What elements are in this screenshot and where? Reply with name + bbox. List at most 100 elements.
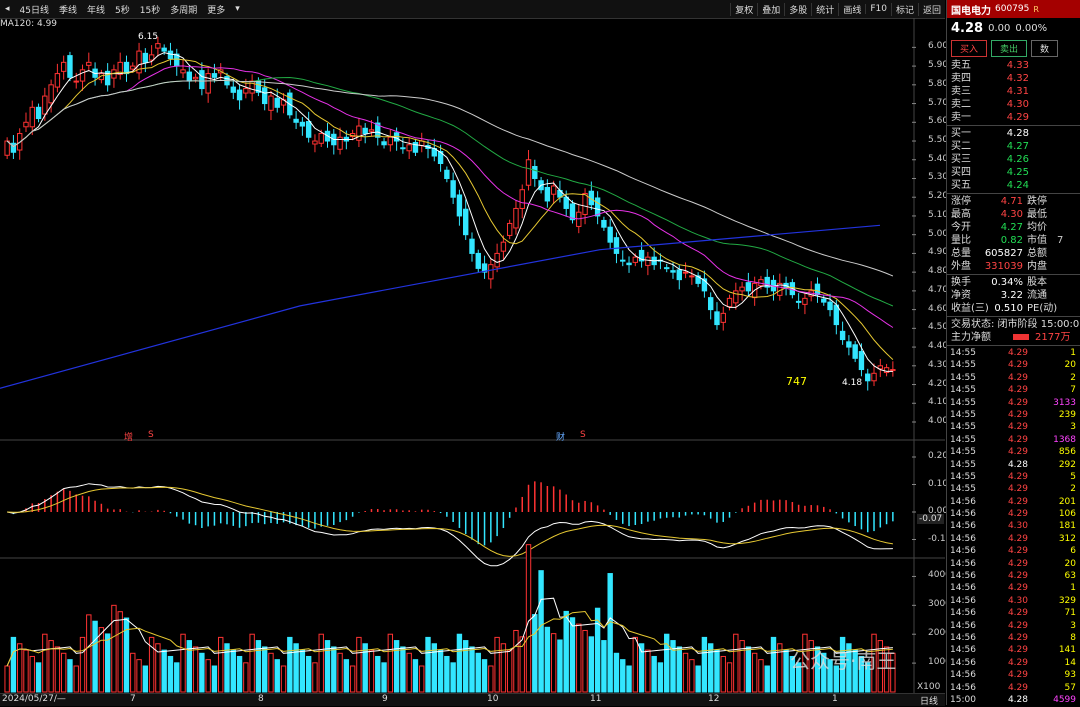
tick-volume: 1 [1070, 348, 1076, 358]
order-label: 买五 [951, 180, 971, 191]
tick-list[interactable]: 14:55 4.29 1 14:55 4.29 20 14:55 4.29 2 14:55 4.29… [947, 347, 1080, 705]
tick-volume: 329 [1058, 595, 1076, 606]
sell-order-row[interactable]: 卖四 4.32 [947, 72, 1080, 85]
volume-bar [425, 636, 431, 693]
buy-order-row[interactable]: 买四 4.25 [947, 166, 1080, 179]
stat-row: 最高 4.30 最低 [947, 208, 1080, 221]
candle-body [645, 256, 651, 266]
stat-value: 4.27 [1000, 222, 1023, 233]
tick-row[interactable]: 14:56 4.29 106 [947, 508, 1080, 520]
tick-row[interactable]: 15:00 4.28 4599 [947, 694, 1080, 705]
tick-row[interactable]: 14:55 4.29 2 [947, 483, 1080, 495]
volume-bar [720, 655, 726, 693]
volume-bar [419, 665, 425, 693]
main-flow-bar [1013, 334, 1029, 340]
candle-body [519, 189, 525, 209]
tick-row[interactable]: 14:55 4.29 20 [947, 359, 1080, 371]
stat-row: 总量 605827 总额 [947, 247, 1080, 260]
candle-body [821, 298, 827, 303]
volume-bar [707, 643, 714, 693]
tick-time: 15:00 [950, 694, 976, 705]
tick-row[interactable]: 14:56 4.29 20 [947, 558, 1080, 570]
x-tick-6: 1 [832, 694, 838, 704]
stat-value: 3.22 [1000, 290, 1023, 301]
buy-order-row[interactable]: 买五 4.24 [947, 179, 1080, 192]
candle-body [67, 55, 73, 78]
volume-bar [92, 620, 98, 693]
tick-time: 14:56 [950, 645, 976, 656]
tick-row[interactable]: 14:55 4.29 239 [947, 409, 1080, 421]
tick-row[interactable]: 14:56 4.29 1 [947, 582, 1080, 594]
candle-body [620, 259, 626, 262]
sell-order-row[interactable]: 卖一 4.29 [947, 111, 1080, 124]
tick-row[interactable]: 14:56 4.29 14 [947, 657, 1080, 669]
buy-order-row[interactable]: 买一 4.28 [947, 127, 1080, 140]
buy-button[interactable]: 买入 [951, 40, 988, 57]
candle-body [299, 121, 306, 127]
volume-bar [601, 640, 607, 693]
tick-row[interactable]: 14:56 4.29 141 [947, 644, 1080, 656]
price-change: 0.00 [988, 22, 1011, 34]
volume-bar [538, 570, 544, 693]
candle-body [550, 185, 557, 195]
tick-row[interactable]: 14:56 4.29 63 [947, 570, 1080, 582]
sell-order-row[interactable]: 卖三 4.31 [947, 85, 1080, 98]
tick-row[interactable]: 14:55 4.29 2 [947, 372, 1080, 384]
tick-price: 4.29 [1007, 471, 1028, 482]
stat-row: 量比 0.82 市值 7 [947, 234, 1080, 247]
volume-bar [620, 659, 626, 693]
tick-row[interactable]: 14:56 4.29 8 [947, 632, 1080, 644]
tick-volume: 8 [1070, 632, 1076, 643]
stat-key: 最高 [951, 209, 971, 220]
sell-order-row[interactable]: 卖五 4.33 [947, 59, 1080, 72]
tick-time: 14:55 [950, 397, 976, 408]
tick-row[interactable]: 14:56 4.30 329 [947, 595, 1080, 607]
tick-row[interactable]: 14:55 4.29 5 [947, 471, 1080, 483]
tick-row[interactable]: 14:56 4.29 201 [947, 496, 1080, 508]
tick-row[interactable]: 14:55 4.29 3 [947, 421, 1080, 433]
tick-row[interactable]: 14:55 4.29 1 [947, 347, 1080, 359]
tick-price: 4.29 [1007, 409, 1028, 420]
tick-row[interactable]: 14:56 4.29 71 [947, 607, 1080, 619]
volume-bar [437, 649, 444, 693]
tick-row[interactable]: 14:56 4.29 57 [947, 682, 1080, 694]
volume-bar [67, 659, 73, 693]
tick-row[interactable]: 14:56 4.30 181 [947, 520, 1080, 532]
other-button[interactable]: 数 [1031, 40, 1059, 57]
tick-row[interactable]: 14:55 4.29 856 [947, 446, 1080, 458]
tick-row[interactable]: 14:55 4.29 1368 [947, 434, 1080, 446]
candle-body [42, 95, 48, 115]
candle-body [852, 344, 858, 359]
tick-row[interactable]: 14:55 4.29 3133 [947, 397, 1080, 409]
buy-order-row[interactable]: 买三 4.26 [947, 153, 1080, 166]
tick-price: 4.29 [1007, 608, 1028, 619]
tick-row[interactable]: 14:56 4.29 312 [947, 533, 1080, 545]
candle-body [839, 330, 846, 341]
tick-volume: 63 [1064, 571, 1076, 582]
stat2-row: 换手 0.34% 股本 [947, 276, 1080, 289]
candle-body [261, 87, 268, 105]
tick-row[interactable]: 14:56 4.29 93 [947, 669, 1080, 681]
volume-bar [412, 659, 419, 693]
order-label: 卖二 [951, 99, 971, 110]
tick-row[interactable]: 14:55 4.28 292 [947, 459, 1080, 471]
tick-price: 4.29 [1007, 434, 1028, 445]
tick-price: 4.28 [1007, 694, 1028, 705]
sell-button[interactable]: 卖出 [991, 40, 1028, 57]
volume-bar [387, 633, 394, 693]
volume-bar [758, 659, 764, 693]
candle-body [463, 208, 469, 236]
buy-order-row[interactable]: 买二 4.27 [947, 140, 1080, 153]
tag-zeng: 增 [124, 433, 134, 443]
volume-bar [331, 646, 337, 693]
tick-row[interactable]: 14:56 4.29 6 [947, 545, 1080, 557]
tick-time: 14:56 [950, 682, 976, 693]
period-label[interactable]: 日线 [920, 694, 938, 707]
tick-row[interactable]: 14:55 4.29 7 [947, 384, 1080, 396]
chart-area[interactable] [0, 0, 945, 705]
volume-bar [35, 662, 42, 693]
tick-row[interactable]: 14:56 4.29 3 [947, 620, 1080, 632]
candle-body [48, 84, 54, 104]
sell-order-row[interactable]: 卖二 4.30 [947, 98, 1080, 111]
x-tick-3: 10 [487, 694, 499, 704]
